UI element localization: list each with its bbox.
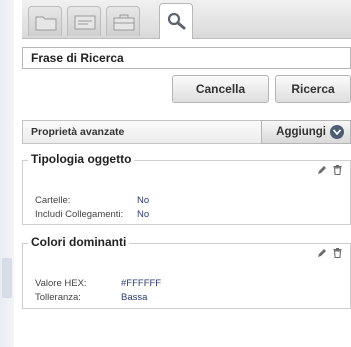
tab-search[interactable] (159, 3, 193, 39)
trash-icon[interactable] (333, 248, 342, 258)
card-icon (74, 15, 96, 30)
tab-folders[interactable] (28, 6, 62, 36)
include-links-label: Includi Collegamenti: (35, 209, 124, 220)
trash-icon[interactable] (333, 165, 342, 175)
include-links-row: Includi Collegamenti: No (35, 209, 149, 220)
hex-value-label: Valore HEX: (35, 278, 87, 289)
briefcase-icon (113, 14, 135, 31)
folders-label: Cartelle: (35, 195, 71, 206)
dominant-colors-tools (317, 248, 342, 258)
object-type-tools (317, 165, 342, 175)
dominant-colors-fieldset: Colori dominanti Valore HEX: #FFFFFF Tol… (22, 235, 351, 309)
cancel-button[interactable]: Cancella (172, 75, 269, 103)
tab-briefcase[interactable] (106, 6, 140, 36)
edit-icon[interactable] (317, 165, 327, 175)
include-links-value: No (137, 209, 150, 220)
left-rail (0, 0, 14, 347)
folder-icon (35, 16, 57, 31)
left-rail-marker (2, 258, 12, 298)
add-property-label: Aggiungi (276, 126, 326, 138)
tab-cards[interactable] (67, 6, 101, 36)
add-property-button[interactable]: Aggiungi (261, 120, 351, 144)
search-icon (167, 12, 186, 30)
folders-value: No (137, 195, 150, 206)
tolerance-value: Bassa (121, 292, 148, 303)
folders-row: Cartelle: No (35, 195, 149, 206)
tolerance-label: Tolleranza: (35, 292, 81, 303)
search-button[interactable]: Ricerca (275, 75, 351, 103)
search-input[interactable] (22, 47, 351, 69)
tolerance-row: Tolleranza: Bassa (35, 292, 147, 303)
hex-value-row: Valore HEX: #FFFFFF (35, 278, 161, 289)
object-type-legend: Tipologia oggetto (28, 152, 135, 166)
hex-value: #FFFFFF (121, 278, 162, 289)
edit-icon[interactable] (317, 248, 327, 258)
dominant-colors-legend: Colori dominanti (28, 235, 130, 249)
search-panel: Cancella Ricerca Proprietà avanzate Aggi… (22, 0, 351, 347)
tab-bar (22, 0, 351, 39)
chevron-down-icon (330, 125, 344, 139)
advanced-properties-bar: Proprietà avanzate Aggiungi (22, 120, 351, 144)
object-type-fieldset: Tipologia oggetto Cartelle: No Includi C… (22, 152, 351, 225)
advanced-properties-title: Proprietà avanzate (31, 126, 125, 138)
